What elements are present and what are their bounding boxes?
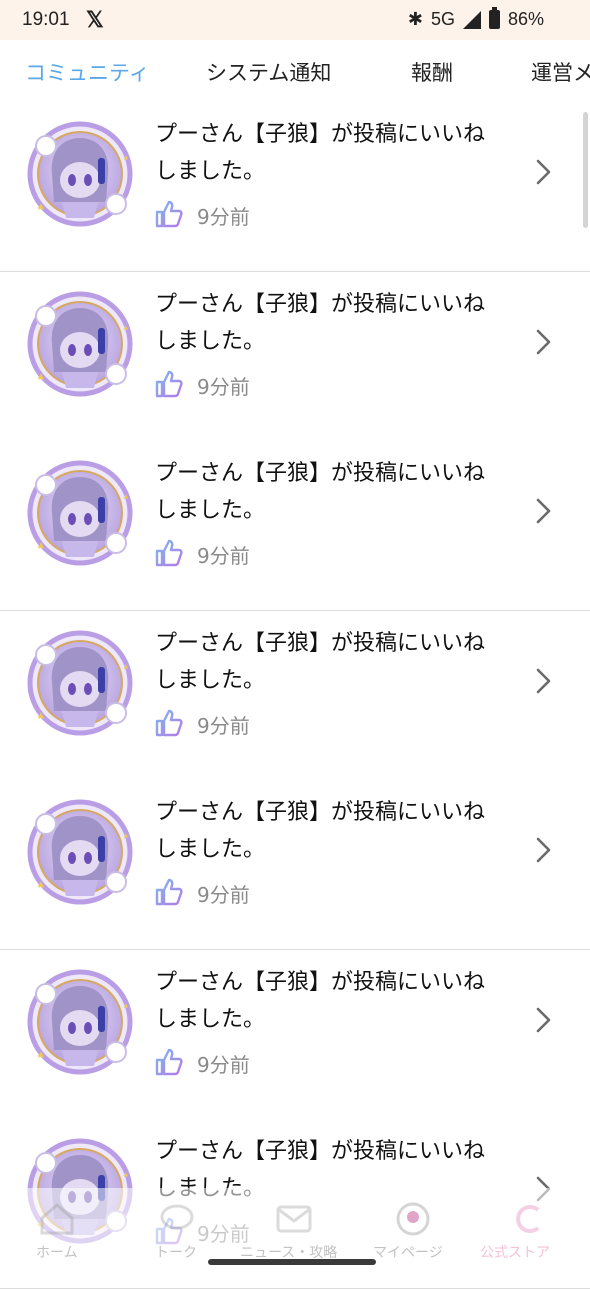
notification-text-line2: しました。: [155, 159, 266, 184]
status-time: 19:01: [22, 9, 70, 30]
notification-time: 9分前: [197, 1052, 250, 1077]
notification-text-line2: しました。: [155, 1006, 266, 1032]
chevron-right-icon[interactable]: [532, 835, 554, 865]
notification-time: 9分前: [197, 713, 250, 738]
notification-message: プーさん【子狼】が投稿にいいね しました。: [155, 286, 515, 360]
store-icon: [516, 1205, 540, 1233]
thumbs-up-icon: [155, 1048, 183, 1075]
battery-level: 86%: [507, 9, 544, 29]
notification-message: プーさん【子狼】が投稿にいいね しました。: [155, 455, 515, 529]
scrollbar[interactable]: [583, 112, 588, 228]
notification-text-line1: プーさん【子狼】が投稿にいいね: [155, 969, 486, 995]
notification-text-line1: プーさん【子狼】が投稿にいいね: [155, 461, 486, 486]
tab-bar: コミュニティ システム通知 報酬 運営メ: [0, 40, 590, 105]
user-avatar-icon: [27, 969, 133, 1074]
thumbs-up-icon: [155, 539, 183, 567]
nav-mypage[interactable]: マイページ: [373, 1242, 443, 1262]
notification-message: プーさん【子狼】が投稿にいいね しました。: [155, 625, 515, 699]
notification-text-line2: しました。: [155, 498, 266, 523]
chat-icon: [160, 1204, 194, 1230]
notification-row[interactable]: プーさん【子狼】が投稿にいいね しました。 9分前: [0, 780, 590, 950]
user-avatar-icon: [27, 460, 133, 566]
thumbs-up-icon: [155, 200, 183, 228]
network-label: 5G: [430, 9, 455, 29]
avatar-icon: [396, 1202, 430, 1236]
notification-text-line1: プーさん【子狼】が投稿にいいね: [155, 1139, 486, 1164]
user-avatar-icon: [27, 630, 133, 735]
tab-community[interactable]: コミュニティ: [25, 57, 150, 87]
battery-icon: [488, 7, 500, 29]
thumbs-up-icon: [155, 370, 183, 397]
tab-operations[interactable]: 運営メ: [531, 57, 590, 87]
notification-time: 9分前: [197, 205, 250, 229]
thumbs-up-icon: [155, 878, 183, 906]
notification-row[interactable]: プーさん【子狼】が投稿にいいね しました。 9分前: [0, 441, 590, 611]
mail-icon: [276, 1205, 312, 1233]
tab-system-notice[interactable]: システム通知: [206, 57, 331, 87]
status-indicators: ✱ 5G 86%: [407, 7, 544, 30]
notification-row[interactable]: プーさん【子狼】が投稿にいいね しました。 9分前: [0, 271, 590, 442]
chevron-right-icon[interactable]: [532, 666, 554, 696]
chevron-right-icon[interactable]: [532, 1005, 554, 1035]
notification-text-line1: プーさん【子狼】が投稿にいいね: [155, 122, 486, 147]
home-indicator[interactable]: [208, 1259, 376, 1265]
status-bar: 19:01 𝕏 ✱ 5G 86%: [0, 0, 590, 40]
user-avatar-icon: [27, 291, 133, 396]
notification-text-line1: プーさん【子狼】が投稿にいいね: [155, 630, 486, 656]
notification-time: 9分前: [197, 374, 250, 399]
notification-text-line2: しました。: [155, 667, 266, 693]
user-avatar-icon: [27, 799, 133, 905]
notification-row[interactable]: プーさん【子狼】が投稿にいいね しました。 9分前: [0, 102, 590, 272]
notification-text-line2: しました。: [155, 837, 266, 862]
notification-time: 9分前: [197, 883, 250, 907]
chevron-right-icon[interactable]: [532, 496, 554, 526]
notification-row[interactable]: プーさん【子狼】が投稿にいいね しました。 9分前: [0, 949, 590, 1120]
notification-text-line1: プーさん【子狼】が投稿にいいね: [155, 291, 486, 317]
thumbs-up-icon: [155, 709, 183, 736]
chevron-right-icon[interactable]: [532, 327, 554, 357]
notification-message: プーさん【子狼】が投稿にいいね しました。: [155, 794, 515, 868]
notification-time: 9分前: [197, 544, 250, 568]
notification-message: プーさん【子狼】が投稿にいいね しました。: [155, 964, 515, 1038]
bluetooth-icon: ✱: [407, 9, 423, 29]
notification-text-line1: プーさん【子狼】が投稿にいいね: [155, 800, 486, 825]
nav-store[interactable]: 公式ストア: [480, 1242, 550, 1262]
notification-row[interactable]: プーさん【子狼】が投稿にいいね しました。 9分前: [0, 610, 590, 781]
home-icon: [40, 1203, 74, 1235]
nav-talk[interactable]: トーク: [155, 1242, 197, 1262]
signal-icon: [462, 10, 481, 29]
notification-text-line2: しました。: [155, 328, 266, 354]
x-logo-icon: 𝕏: [86, 7, 104, 32]
tab-rewards[interactable]: 報酬: [411, 57, 453, 87]
notification-message: プーさん【子狼】が投稿にいいね しました。: [155, 116, 515, 190]
bottom-nav: ホーム トーク ニュース・攻略 マイページ 公式ストア: [0, 1188, 590, 1280]
nav-home[interactable]: ホーム: [36, 1242, 78, 1262]
user-avatar-icon: [27, 121, 133, 227]
chevron-right-icon[interactable]: [532, 157, 554, 187]
